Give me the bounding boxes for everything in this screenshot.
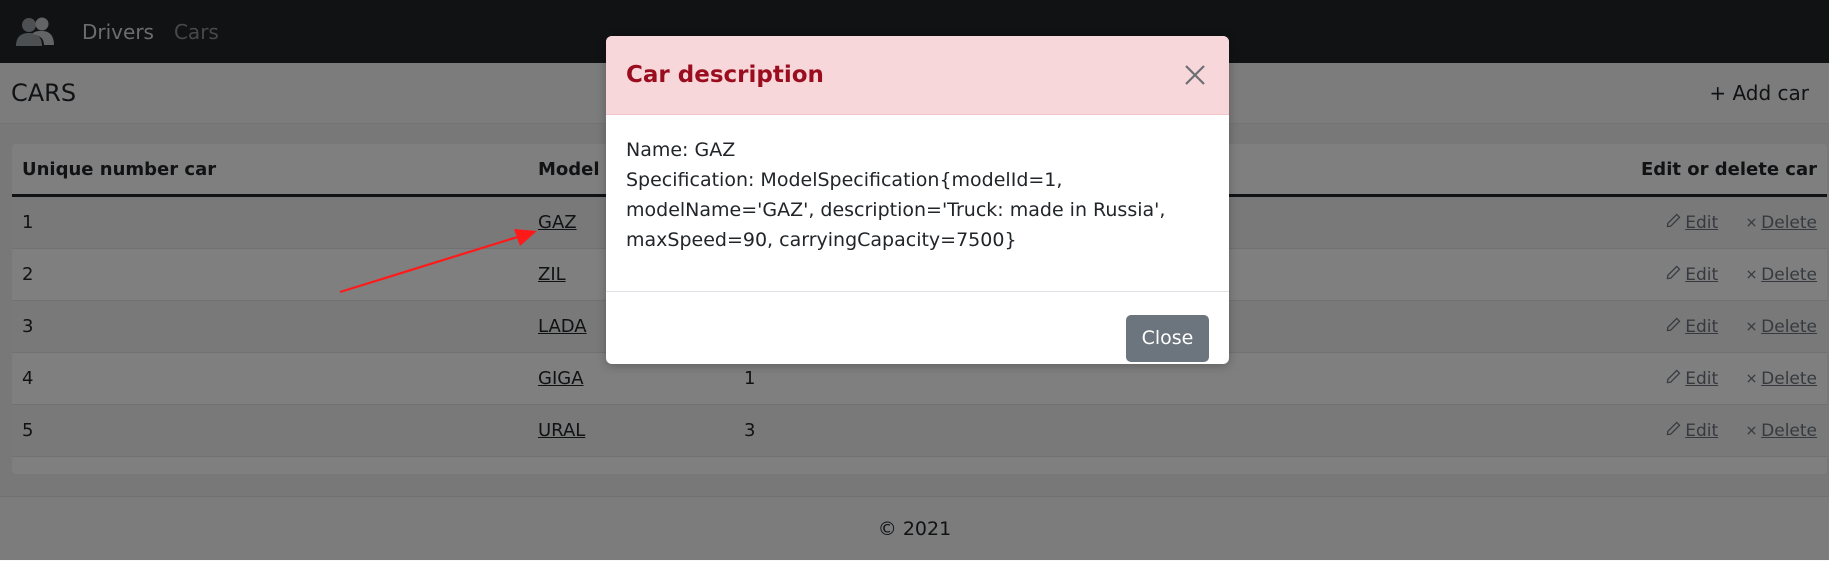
- car-name-line: Name: GAZ: [626, 139, 736, 161]
- modal-header: Car description: [606, 36, 1229, 115]
- spec-line-2: modelName='GAZ', description='Truck: mad…: [626, 199, 1166, 221]
- spec-line-3: maxSpeed=90, carryingCapacity=7500}: [626, 229, 1017, 251]
- close-button[interactable]: Close: [1126, 314, 1209, 362]
- spec-line-1: Specification: ModelSpecification{modelI…: [626, 169, 1063, 191]
- modal-title: Car description: [626, 62, 824, 88]
- car-description-modal: Car description Name: GAZ Specification:…: [606, 36, 1229, 364]
- modal-body: Name: GAZ Specification: ModelSpecificat…: [606, 115, 1229, 292]
- modal-footer: Close: [606, 292, 1229, 364]
- close-icon[interactable]: [1181, 61, 1209, 89]
